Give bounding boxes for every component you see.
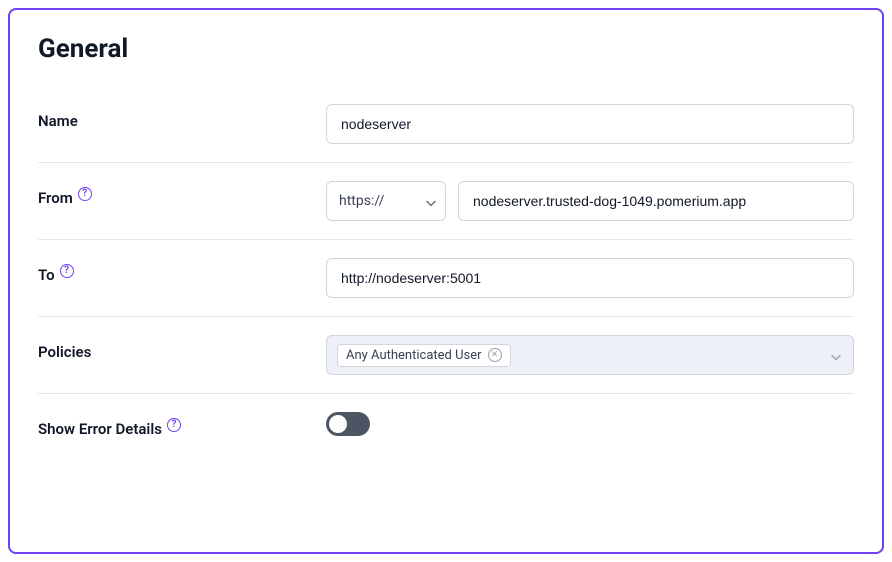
control-name <box>326 104 854 144</box>
label-show-error-details-text: Show Error Details <box>38 420 162 438</box>
control-show-error-details <box>326 412 854 436</box>
label-to: To ? <box>38 258 326 284</box>
help-icon[interactable]: ? <box>167 418 181 432</box>
label-name: Name <box>38 104 326 130</box>
protocol-select-value: https:// <box>326 181 446 221</box>
row-from: From ? https:// <box>38 163 854 240</box>
label-name-text: Name <box>38 112 78 130</box>
name-input[interactable] <box>326 104 854 144</box>
label-to-text: To <box>38 266 55 284</box>
general-panel: General Name From ? https:// To ? <box>8 8 884 554</box>
label-show-error-details: Show Error Details ? <box>38 412 326 438</box>
help-icon[interactable]: ? <box>78 187 92 201</box>
label-policies-text: Policies <box>38 343 91 361</box>
to-input[interactable] <box>326 258 854 298</box>
help-icon[interactable]: ? <box>60 264 74 278</box>
caret-down-icon <box>831 346 841 365</box>
label-from: From ? <box>38 181 326 207</box>
label-policies: Policies <box>38 335 326 361</box>
remove-icon[interactable]: ✕ <box>488 348 502 362</box>
control-policies: Any Authenticated User ✕ <box>326 335 854 375</box>
row-policies: Policies Any Authenticated User ✕ <box>38 317 854 394</box>
toggle-knob <box>329 415 347 433</box>
policies-select[interactable]: Any Authenticated User ✕ <box>326 335 854 375</box>
row-to: To ? <box>38 240 854 317</box>
from-host-input[interactable] <box>458 181 854 221</box>
policy-chip-label: Any Authenticated User <box>346 348 482 363</box>
control-from: https:// <box>326 181 854 221</box>
label-from-text: From <box>38 189 73 207</box>
policy-chip: Any Authenticated User ✕ <box>337 344 511 367</box>
control-to <box>326 258 854 298</box>
row-name: Name <box>38 104 854 163</box>
panel-title: General <box>38 34 854 64</box>
protocol-select[interactable]: https:// <box>326 181 446 221</box>
row-show-error-details: Show Error Details ? <box>38 394 854 456</box>
show-error-details-toggle[interactable] <box>326 412 370 436</box>
